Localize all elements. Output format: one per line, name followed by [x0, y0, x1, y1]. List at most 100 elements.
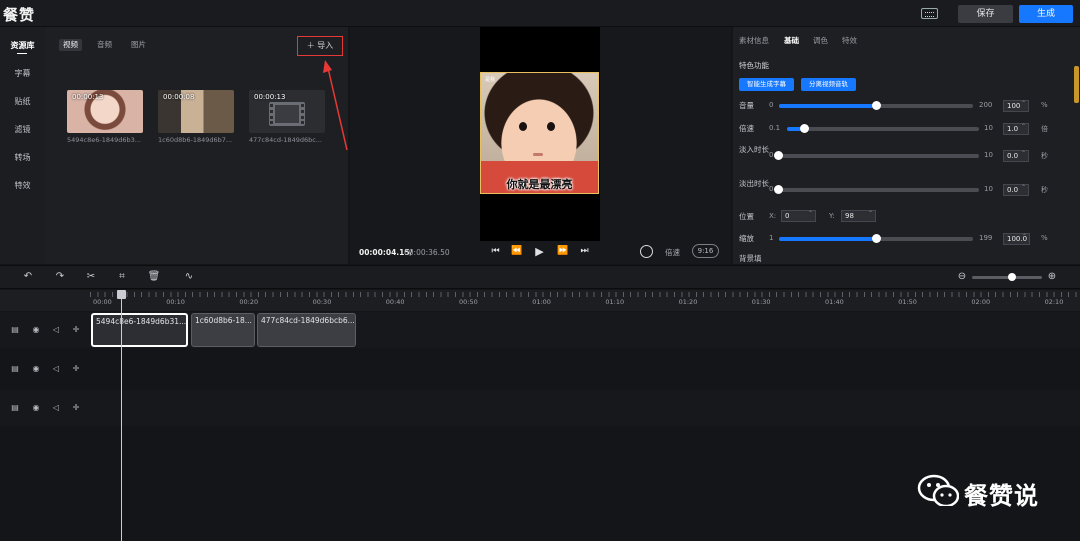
fast-forward-icon[interactable]: ⏩: [557, 246, 568, 257]
tab-audio[interactable]: 音频: [93, 39, 116, 51]
tab-effects[interactable]: 特效: [842, 35, 857, 46]
fade-in-label: 淡入时长: [739, 145, 769, 154]
eye-icon[interactable]: ◉: [31, 325, 41, 335]
nav-effects[interactable]: 特效: [0, 180, 45, 191]
scale-unit: %: [1041, 234, 1048, 242]
eye-icon[interactable]: ◉: [31, 403, 41, 413]
lock-icon[interactable]: ▤: [10, 403, 20, 413]
speed-input[interactable]: 1.0: [1003, 122, 1029, 135]
scale-label: 缩放: [739, 234, 754, 243]
skip-end-icon[interactable]: ⏭: [579, 246, 590, 257]
audio-wave-icon[interactable]: ∿: [180, 270, 198, 284]
nav-filter[interactable]: 滤镜: [0, 124, 45, 135]
move-icon[interactable]: ✛: [71, 403, 81, 413]
crop-icon[interactable]: ⌗: [115, 270, 129, 284]
ruler-label: 00:10: [166, 298, 185, 306]
tab-basic[interactable]: 基础: [784, 35, 799, 46]
speaker-icon[interactable]: ◁: [51, 325, 61, 335]
volume-slider[interactable]: [779, 101, 973, 110]
import-button[interactable]: ＋ 导入: [297, 36, 343, 56]
slider-fill: [779, 237, 876, 241]
lock-icon[interactable]: ▤: [10, 364, 20, 374]
asset-thumb-3[interactable]: 00:00:13: [249, 90, 325, 133]
fade-in-unit: 秒: [1041, 152, 1048, 160]
ruler-label: 01:00: [532, 298, 551, 306]
separate-audio-button[interactable]: 分离视频音轨: [801, 78, 856, 91]
slider-knob[interactable]: [872, 101, 881, 110]
volume-min: 0: [769, 101, 774, 109]
position-y-input[interactable]: 98: [841, 209, 876, 222]
move-icon[interactable]: ✛: [71, 364, 81, 374]
plus-icon: ＋: [306, 41, 318, 50]
auto-subtitle-button[interactable]: 智能生成字幕: [739, 78, 794, 91]
eye-left: [519, 122, 527, 131]
clip-3[interactable]: 477c84cd-1849d6bcb6...: [257, 313, 356, 347]
fade-in-input[interactable]: 0.0: [1003, 149, 1029, 162]
aspect-ratio-button[interactable]: 9:16: [692, 244, 719, 258]
tab-video[interactable]: 视频: [59, 39, 82, 51]
fade-out-input[interactable]: 0.0: [1003, 183, 1029, 196]
zoom-out-icon[interactable]: ⊖: [955, 270, 969, 284]
import-label: 导入: [317, 41, 334, 50]
mouth: [533, 153, 543, 156]
tab-material-info[interactable]: 素材信息: [739, 35, 769, 46]
scale-slider[interactable]: [779, 234, 973, 243]
play-icon[interactable]: ▶: [534, 246, 545, 257]
zoom-slider[interactable]: [972, 273, 1042, 281]
skip-start-icon[interactable]: ⏮: [490, 246, 501, 257]
speed-label[interactable]: 倍速: [665, 247, 680, 258]
properties-scrollbar[interactable]: [1074, 66, 1079, 103]
position-y-label: Y:: [829, 212, 835, 220]
keyboard-icon[interactable]: [921, 8, 938, 19]
playhead[interactable]: [121, 290, 122, 541]
asset-duration: 00:00:13: [72, 93, 104, 101]
speaker-icon[interactable]: ◁: [51, 403, 61, 413]
nav-sticker[interactable]: 贴纸: [0, 96, 45, 107]
lock-icon[interactable]: ▤: [10, 325, 20, 335]
clip-1[interactable]: 5494c8e6-1849d6b31...: [91, 313, 188, 347]
speed-max: 10: [984, 124, 993, 132]
slider-knob[interactable]: [872, 234, 881, 243]
volume-input[interactable]: 100: [1003, 99, 1029, 112]
nav-library[interactable]: 资源库: [0, 40, 45, 51]
scale-input[interactable]: 100.0: [1003, 232, 1030, 245]
zoom-in-icon[interactable]: ⊕: [1045, 270, 1059, 284]
fade-out-max: 10: [984, 185, 993, 193]
top-bar: 餐赞 保存 生成: [0, 0, 1080, 27]
timeline-toolbar: [0, 265, 1080, 289]
tab-color[interactable]: 调色: [813, 35, 828, 46]
nav-subtitle[interactable]: 字幕: [0, 68, 45, 79]
ruler-label: 01:40: [825, 298, 844, 306]
undo-icon[interactable]: ↶: [21, 270, 35, 284]
track-header: ▤ ◉ ◁ ✛: [0, 349, 90, 389]
position-x-input[interactable]: 0: [781, 209, 816, 222]
redo-icon[interactable]: ↷: [53, 270, 67, 284]
nav-transition[interactable]: 转场: [0, 152, 45, 163]
fade-out-slider[interactable]: [774, 185, 979, 194]
rewind-icon[interactable]: ⏪: [511, 246, 522, 257]
ruler-label: 00:40: [385, 298, 405, 306]
speaker-icon[interactable]: ◁: [51, 364, 61, 374]
video-frame[interactable]: 是我 你就是最漂亮: [480, 72, 599, 194]
eye-icon[interactable]: ◉: [31, 364, 41, 374]
cut-icon[interactable]: ✂: [84, 270, 98, 284]
clip-2[interactable]: 1c60d8b6-18...: [191, 313, 255, 347]
speed-slider[interactable]: [787, 124, 979, 133]
asset-thumb-2[interactable]: 00:00:08: [158, 90, 234, 133]
asset-thumb-1[interactable]: 00:00:13: [67, 90, 143, 133]
video-subtitle: 你就是最漂亮: [506, 178, 573, 191]
speed-icon[interactable]: [640, 245, 653, 258]
asset-duration: 00:00:08: [163, 93, 195, 101]
tab-image[interactable]: 图片: [127, 39, 150, 51]
zoom-knob[interactable]: [1008, 273, 1016, 281]
save-button[interactable]: 保存: [958, 5, 1013, 23]
slider-knob[interactable]: [774, 185, 783, 194]
slider-knob[interactable]: [774, 151, 783, 160]
red-arrow-annotation: [323, 60, 348, 151]
fade-in-min: 0: [769, 151, 774, 159]
generate-button[interactable]: 生成: [1019, 5, 1073, 23]
fade-in-slider[interactable]: [774, 151, 979, 160]
volume-unit: %: [1041, 101, 1048, 109]
move-icon[interactable]: ✛: [71, 325, 81, 335]
delete-icon[interactable]: 🗑: [147, 270, 161, 284]
